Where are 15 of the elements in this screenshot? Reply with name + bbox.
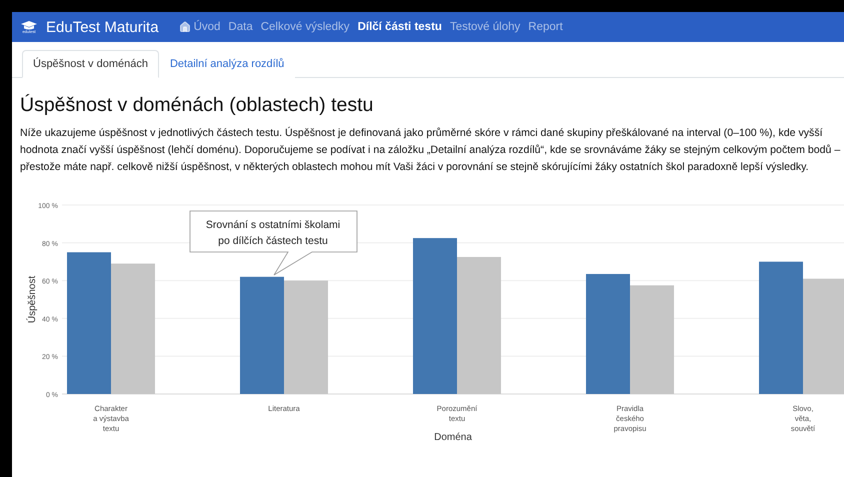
home-icon <box>178 21 191 33</box>
y-axis-title: Úspěšnost <box>27 276 38 324</box>
callout-text: Srovnání s ostatními školami po dílčích částech testu <box>206 219 340 247</box>
brand-name[interactable]: EduTest Maturita <box>46 18 159 36</box>
nav-link[interactable]: Úvod <box>178 21 220 33</box>
nav-link[interactable]: Report <box>528 21 563 33</box>
description-paragraph: Níže ukazujeme úspěšnost v jednotlivých částech testu. Úspěšnost je definovaná jako průměrné skóre v rámci dané skupiny přeškálované na interval (0–100 %), kde vyšší hodnota značí vyšší úspěšnost (lehčí doménu). Doporučujeme se podívat i na záložku „Detailní analýza rozdílů“, kde se srovnáváme žáky se stejným celkovým počtem bodů – přestože máte např. celkově nižší úspěšnost, v některých oblastech mohou mít Vaši žáci v porovnání se stejně skórujícími žáky ostatních škol paradoxně lepší výsledky. <box>20 126 842 175</box>
nav-link[interactable]: Celkové výsledky <box>260 21 350 33</box>
tab[interactable]: Úspěšnost v doménách <box>22 50 159 78</box>
graduation-cap-icon <box>21 20 37 30</box>
nav-link[interactable]: Dílčí části testu <box>358 21 442 33</box>
x-axis-title: Doména <box>434 432 472 443</box>
nav-link[interactable]: Testové úlohy <box>450 21 520 33</box>
page-heading: Úspěšnost v doménách (oblastech) testu <box>20 94 374 117</box>
nav-link[interactable]: Data <box>228 21 253 33</box>
